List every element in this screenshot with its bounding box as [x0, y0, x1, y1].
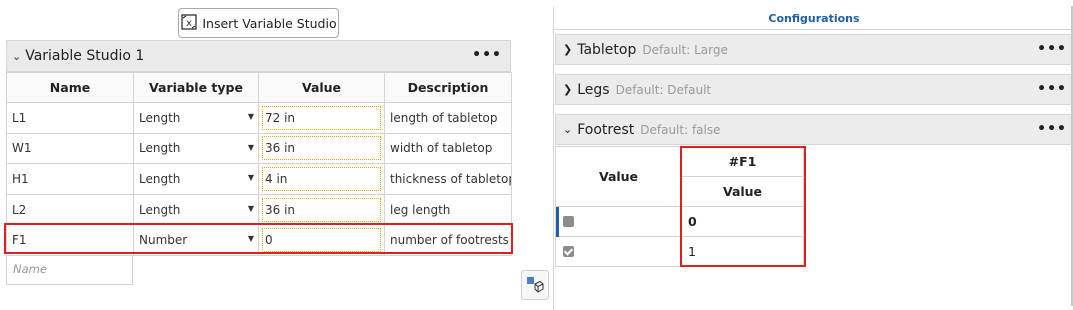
configurations-title: Configurations: [554, 6, 1073, 30]
table-row: F1 Number ▼ 0 number of footrests: [6, 224, 512, 256]
variable-type-select[interactable]: Number ▼: [133, 224, 259, 256]
variable-name-cell[interactable]: L2: [6, 193, 134, 226]
more-options-icon[interactable]: •••: [1037, 121, 1067, 137]
variable-name-cell[interactable]: W1: [6, 132, 134, 165]
column-header-value: Value: [258, 72, 385, 103]
configuration-label: Tabletop: [577, 41, 637, 58]
insert-variable-studio-label: Insert Variable Studio: [202, 15, 337, 31]
variable-type-value: Length: [139, 171, 181, 186]
variable-type-select[interactable]: Length ▼: [133, 193, 259, 226]
column-header-description: Description: [384, 72, 512, 103]
column-header-name: Name: [6, 72, 134, 103]
variable-description-cell[interactable]: width of tabletop: [384, 132, 512, 165]
config-value-cell[interactable]: [555, 206, 682, 237]
configuration-default: Default: false: [640, 122, 721, 137]
variable-value-cell[interactable]: 36 in: [258, 132, 385, 165]
variable-description-cell[interactable]: length of tabletop: [384, 102, 512, 134]
table-row: L1 Length ▼ 72 in length of tabletop: [6, 102, 512, 134]
more-options-icon[interactable]: •••: [472, 47, 502, 63]
checked-checkbox-icon[interactable]: [563, 246, 574, 257]
variable-name-cell[interactable]: L1: [6, 102, 134, 134]
variable-value-cell[interactable]: 0: [258, 224, 385, 256]
chevron-down-icon[interactable]: ⌄: [563, 123, 572, 136]
configuration-footrest[interactable]: ⌄ Footrest Default: false •••: [555, 114, 1073, 145]
configurations-panel: Configurations ❯ Tabletop Default: Large…: [553, 6, 1073, 310]
active-row-indicator: [556, 207, 559, 237]
table-row: W1 Length ▼ 36 in width of tabletop: [6, 132, 512, 165]
variable-type-select[interactable]: Length ▼: [133, 163, 259, 195]
configuration-label: Legs: [577, 81, 610, 98]
variable-value-input[interactable]: 36 in: [262, 197, 381, 222]
dropdown-caret-icon: ▼: [247, 203, 254, 213]
variable-type-value: Length: [139, 202, 181, 217]
variable-value-input[interactable]: 0: [262, 228, 381, 253]
configuration-default: Default: Large: [642, 42, 728, 57]
dropdown-caret-icon: ▼: [247, 142, 254, 152]
dropdown-caret-icon: ▼: [247, 173, 254, 183]
variable-value-input[interactable]: 72 in: [262, 105, 381, 130]
dropdown-caret-icon: ▼: [247, 234, 254, 244]
new-variable-name-input[interactable]: Name: [6, 255, 133, 285]
variable-studio-header[interactable]: ⌄ Variable Studio 1 •••: [6, 40, 511, 72]
variable-description-cell[interactable]: leg length: [384, 193, 512, 226]
dropdown-caret-icon: ▼: [247, 112, 254, 121]
configuration-legs[interactable]: ❯ Legs Default: Default •••: [555, 74, 1073, 105]
variable-type-value: Length: [139, 141, 181, 156]
table-header-row: Name Variable type Value Description: [6, 72, 512, 103]
variable-value-input[interactable]: 4 in: [262, 166, 381, 191]
f1-value-subheader: Value: [681, 176, 804, 207]
f1-value-cell[interactable]: 0: [681, 206, 804, 237]
variable-value-cell[interactable]: 4 in: [258, 163, 385, 195]
insert-variable-studio-button[interactable]: x Insert Variable Studio: [178, 8, 339, 38]
variable-studio-title: Variable Studio 1: [25, 48, 145, 64]
table-row: H1 Length ▼ 4 in thickness of tabletop: [6, 163, 512, 195]
svg-text:x: x: [186, 18, 192, 29]
unchecked-checkbox-icon[interactable]: [563, 216, 574, 227]
variable-name-cell[interactable]: F1: [6, 224, 134, 256]
variable-value-input[interactable]: 36 in: [262, 136, 381, 161]
variable-description-cell[interactable]: thickness of tabletop: [384, 163, 512, 195]
variable-value-cell[interactable]: 72 in: [258, 102, 385, 134]
variable-studio-panel: ⌄ Variable Studio 1 ••• Name Variable ty…: [6, 40, 512, 286]
variable-description-cell[interactable]: number of footrests: [384, 224, 512, 256]
table-row: L2 Length ▼ 36 in leg length: [6, 193, 512, 226]
variable-studio-icon: x: [180, 13, 198, 34]
variables-table: Name Variable type Value Description L1 …: [6, 72, 512, 256]
chevron-down-icon[interactable]: ⌄: [12, 50, 21, 63]
variable-type-select[interactable]: Length ▼: [133, 132, 259, 165]
footrest-config-table: Value #F1 Value 0 1: [555, 146, 804, 267]
value-column-header: Value: [555, 146, 682, 207]
configuration-cube-icon[interactable]: [521, 270, 549, 300]
variable-type-value: Length: [139, 110, 181, 125]
f1-column-header: #F1: [681, 146, 804, 177]
configuration-default: Default: Default: [615, 82, 712, 97]
chevron-right-icon[interactable]: ❯: [563, 83, 572, 96]
more-options-icon[interactable]: •••: [1037, 41, 1067, 57]
table-header-row: Value #F1: [555, 146, 804, 207]
configuration-tabletop[interactable]: ❯ Tabletop Default: Large •••: [555, 34, 1073, 65]
variable-type-value: Number: [139, 233, 188, 248]
more-options-icon[interactable]: •••: [1037, 81, 1067, 97]
config-value-cell[interactable]: [555, 236, 682, 267]
variable-name-cell[interactable]: H1: [6, 163, 134, 195]
configuration-label: Footrest: [577, 121, 635, 138]
table-row: 0: [555, 206, 804, 237]
column-header-type: Variable type: [133, 72, 259, 103]
table-row: 1: [555, 236, 804, 267]
variable-value-cell[interactable]: 36 in: [258, 193, 385, 226]
chevron-right-icon[interactable]: ❯: [563, 43, 572, 56]
variable-type-select[interactable]: Length ▼: [133, 102, 259, 134]
f1-value-cell[interactable]: 1: [681, 236, 804, 267]
